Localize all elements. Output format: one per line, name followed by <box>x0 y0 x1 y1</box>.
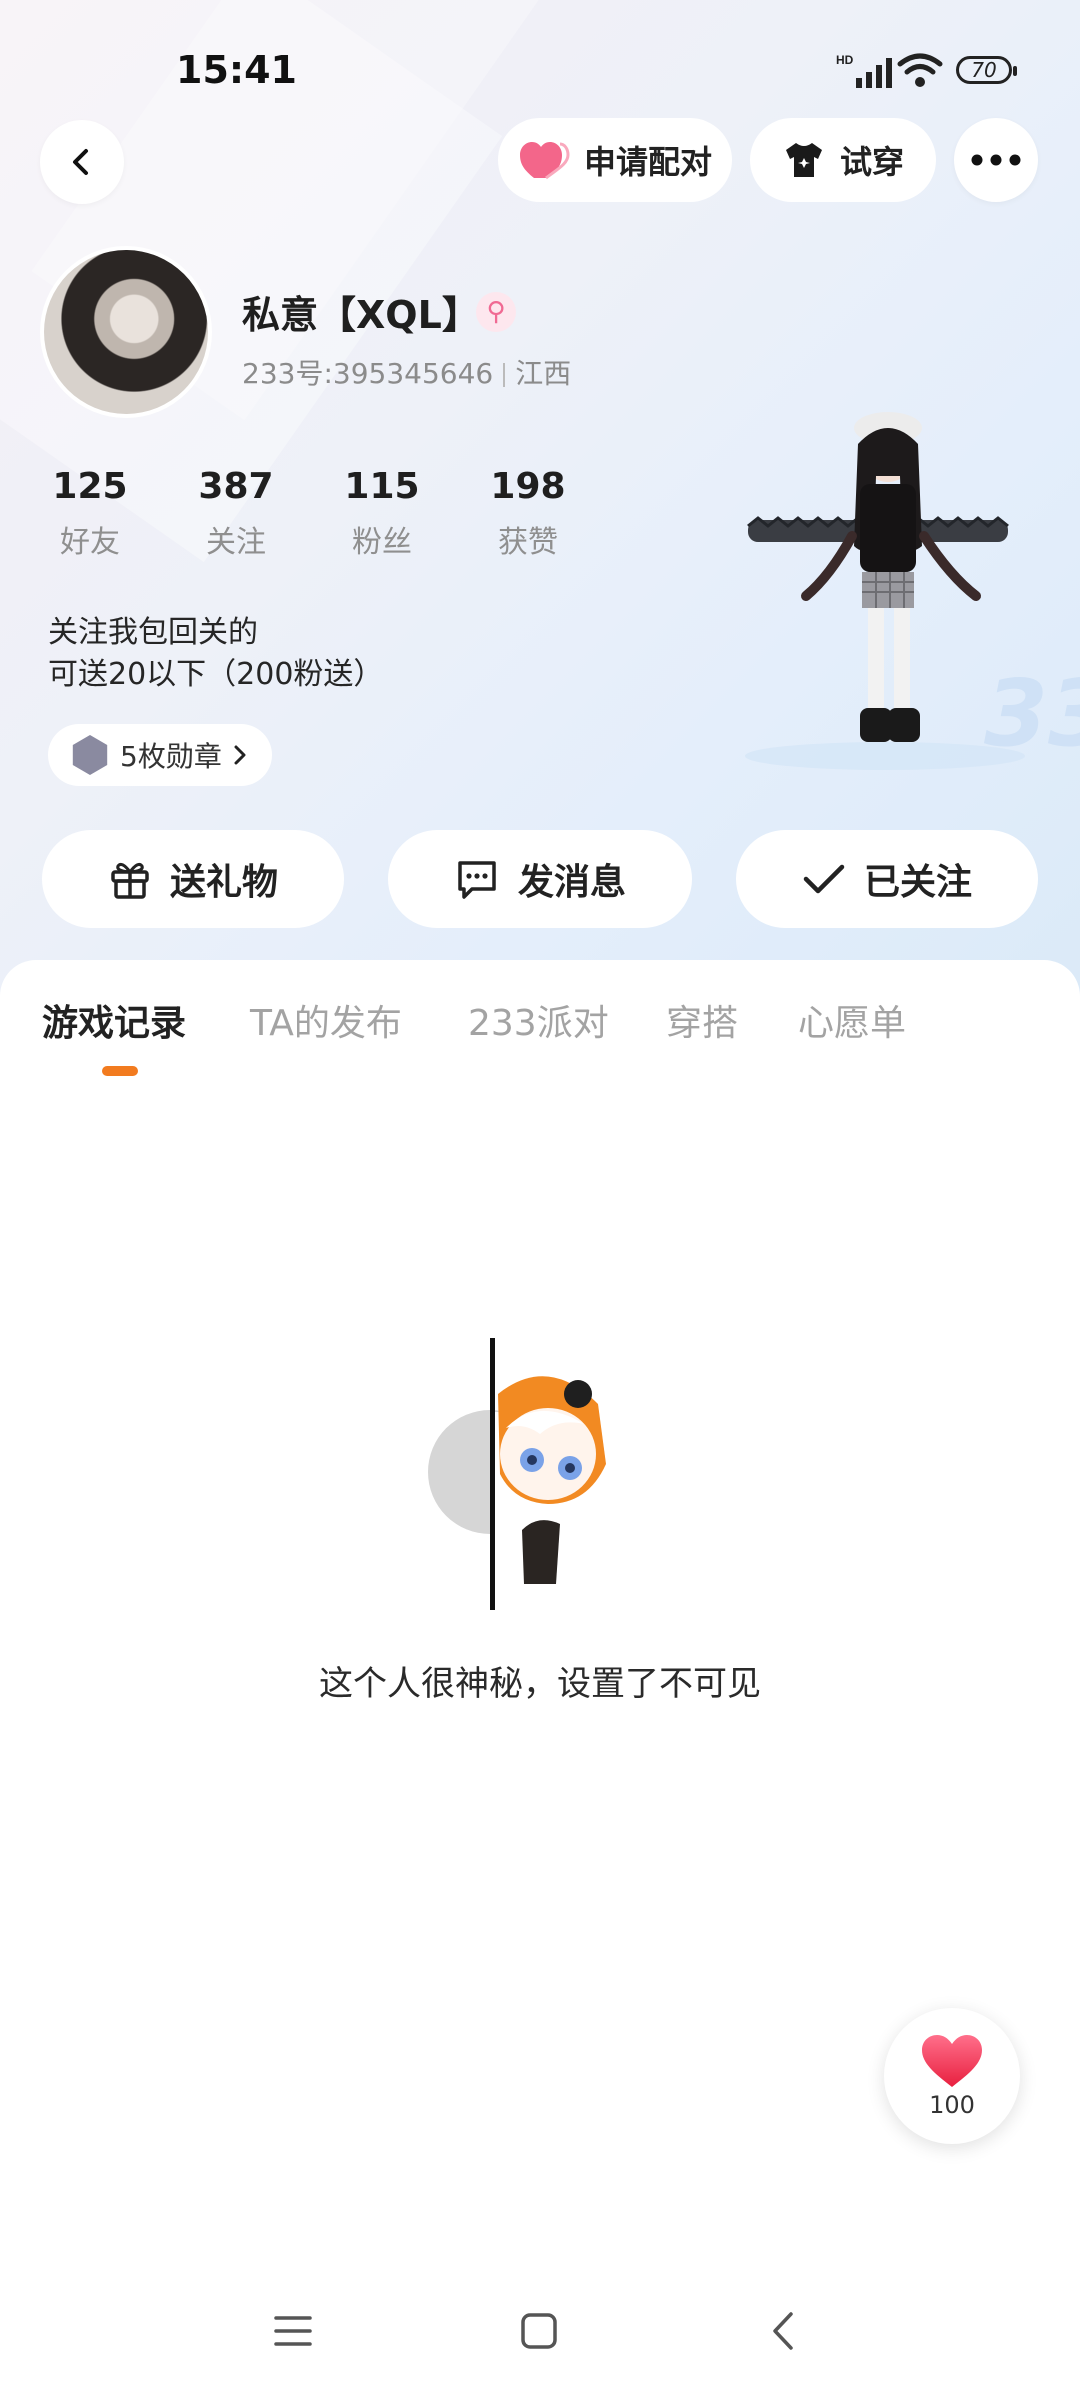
chevron-left-icon <box>73 149 88 175</box>
tab-outfits[interactable]: 穿搭 <box>666 994 738 1046</box>
home-icon[interactable] <box>520 2312 558 2350</box>
stat-value: 198 <box>490 466 566 507</box>
stat-likes[interactable]: 198 获赞 <box>468 466 588 561</box>
empty-state-mascot-illustration <box>428 1338 612 1610</box>
stat-friends[interactable]: 125 好友 <box>30 466 150 561</box>
tab-posts[interactable]: TA的发布 <box>250 994 402 1046</box>
stat-label: 粉丝 <box>352 525 412 560</box>
stat-value: 115 <box>344 466 420 507</box>
send-gift-label: 送礼物 <box>169 862 278 903</box>
apply-pair-label: 申请配对 <box>583 143 712 181</box>
empty-state-message: 这个人很神秘，设置了不可见 <box>319 1664 761 1704</box>
active-tab-indicator <box>102 1066 138 1076</box>
stat-label: 获赞 <box>498 525 558 560</box>
tab-wishlist[interactable]: 心愿单 <box>798 994 906 1046</box>
gender-female-icon: ⚲ <box>476 292 516 332</box>
tshirt-icon <box>785 143 822 177</box>
back-button[interactable] <box>40 120 124 204</box>
user-region: 江西 <box>515 357 572 390</box>
followed-button[interactable]: 已关注 <box>736 830 1038 928</box>
wifi-icon <box>897 53 943 87</box>
menu-icon[interactable] <box>274 2314 312 2348</box>
status-time: 15:41 <box>176 48 297 92</box>
tab-233-party[interactable]: 233派对 <box>468 994 609 1046</box>
pair-heart-icon <box>519 142 570 180</box>
brand-233-decoration: 33 <box>984 660 1080 767</box>
chat-bubble-icon <box>458 861 496 899</box>
send-message-label: 发消息 <box>517 862 626 903</box>
chevron-right-icon <box>234 745 246 765</box>
try-on-label: 试穿 <box>839 143 904 181</box>
tab-game-records[interactable]: 游戏记录 <box>42 994 186 1046</box>
followed-label: 已关注 <box>863 862 972 903</box>
checkmark-icon <box>803 864 845 894</box>
send-message-button[interactable]: 发消息 <box>388 830 692 928</box>
like-count: 100 <box>929 2091 975 2119</box>
more-button[interactable] <box>954 118 1038 202</box>
user-id: 233号:395345646 <box>242 357 494 390</box>
profile-name: 私意【XQL】 <box>242 293 480 337</box>
stat-label: 关注 <box>206 525 266 560</box>
badges-label: 5枚勋章 <box>120 740 222 773</box>
back-nav-icon[interactable] <box>770 2310 796 2352</box>
bio-line: 可送20以下（200粉送） <box>48 657 384 692</box>
send-gift-button[interactable]: 送礼物 <box>42 830 344 928</box>
try-on-button[interactable]: 试穿 <box>750 118 936 202</box>
stat-value: 125 <box>52 466 128 507</box>
stat-following[interactable]: 387 关注 <box>176 466 296 561</box>
bio-line: 关注我包回关的 <box>48 615 258 650</box>
gift-icon <box>111 863 149 899</box>
apply-pair-button[interactable]: 申请配对 <box>498 118 732 202</box>
profile-id: 233号:395345646 江西 <box>242 352 571 392</box>
avatar[interactable] <box>40 246 212 418</box>
badges-button[interactable]: 5枚勋章 <box>48 724 272 786</box>
more-dots-icon <box>971 154 1021 166</box>
system-navigation-bar <box>0 2290 1080 2380</box>
svg-text:HD: HD <box>836 53 854 67</box>
stat-followers[interactable]: 115 粉丝 <box>322 466 442 561</box>
badge-icon <box>72 735 108 775</box>
heart-icon <box>922 2035 982 2087</box>
battery-indicator: 70 <box>956 56 1017 84</box>
profile-bio: 关注我包回关的 可送20以下（200粉送） <box>48 612 383 696</box>
stat-value: 387 <box>198 466 274 507</box>
stat-label: 好友 <box>60 525 120 560</box>
like-button[interactable]: 100 <box>884 2008 1020 2144</box>
